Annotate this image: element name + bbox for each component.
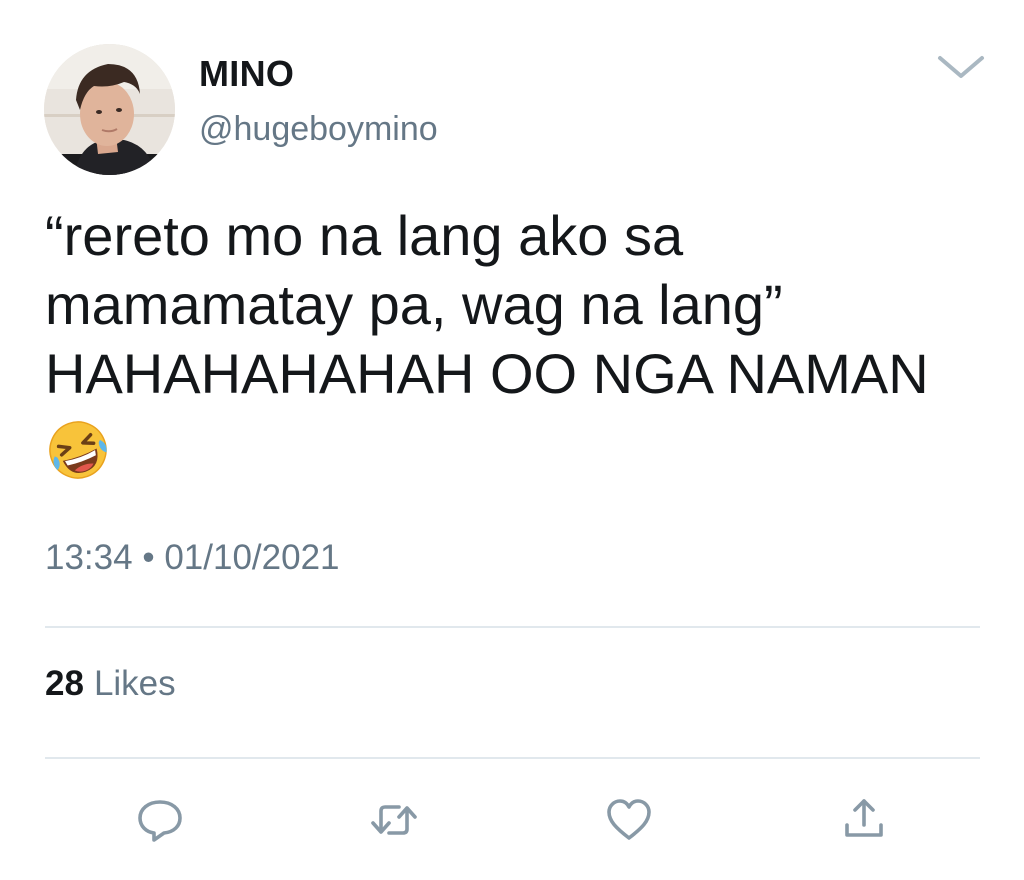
likes-stat[interactable]: 28 Likes xyxy=(45,663,176,705)
display-name[interactable]: MINO xyxy=(199,52,294,96)
retweet-icon[interactable] xyxy=(369,795,419,845)
likes-count: 28 xyxy=(45,664,84,703)
tweet-time: 13:34 xyxy=(45,538,133,577)
heart-icon[interactable] xyxy=(604,795,654,845)
avatar[interactable] xyxy=(44,44,175,175)
reply-icon[interactable] xyxy=(135,795,185,845)
tweet-text: “rereto mo na lang ako sa mamamatay pa, … xyxy=(45,201,985,408)
chevron-down-icon[interactable] xyxy=(936,50,986,82)
divider xyxy=(45,757,980,759)
tweet-text-line: mamamatay pa, wag na lang” xyxy=(45,273,783,336)
tweet-text-line: HAHAHAHAHAH OO NGA NAMAN xyxy=(45,342,929,405)
likes-label: Likes xyxy=(93,664,176,703)
tweet-timestamp[interactable]: 13:34 • 01/10/2021 xyxy=(45,537,340,579)
rolling-laughing-emoji-icon xyxy=(46,418,110,482)
tweet-date: 01/10/2021 xyxy=(164,538,340,577)
user-handle[interactable]: @hugeboymino xyxy=(199,109,438,149)
timestamp-separator: • xyxy=(142,538,155,577)
tweet-text-line: “rereto mo na lang ako sa xyxy=(45,204,684,267)
divider xyxy=(45,626,980,628)
share-icon[interactable] xyxy=(839,795,889,845)
tweet-detail: MINO @hugeboymino “rereto mo na lang ako… xyxy=(0,0,1024,880)
